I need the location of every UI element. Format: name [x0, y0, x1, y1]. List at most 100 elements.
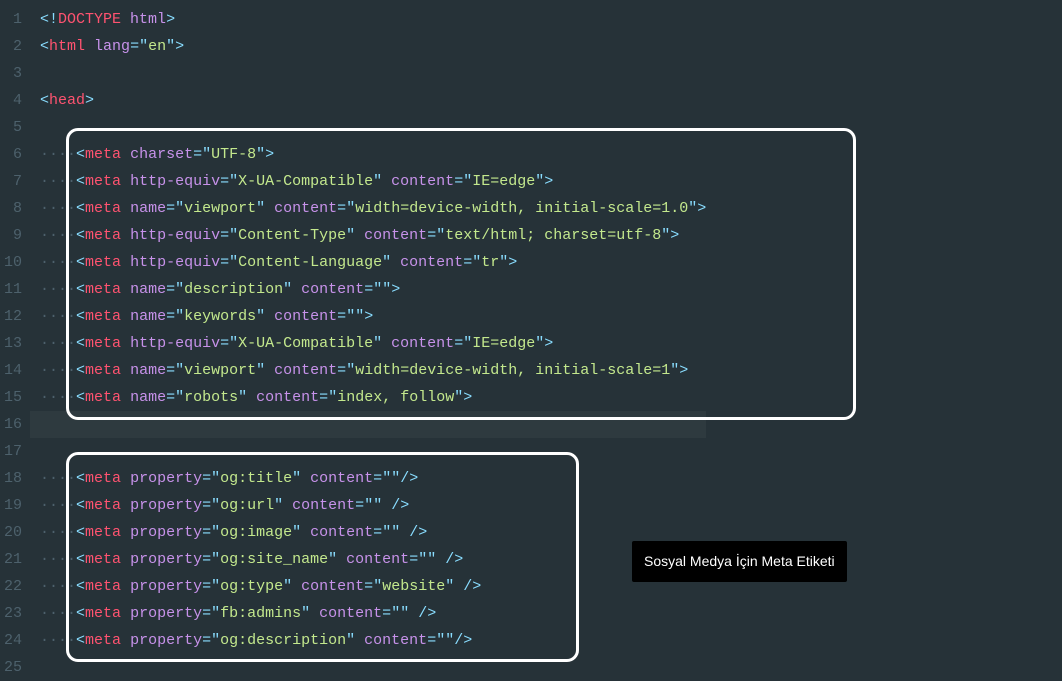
- line-number: 10: [0, 249, 22, 276]
- code-line[interactable]: ····<meta property="og:image" content=""…: [30, 519, 706, 546]
- token-s: og:image: [220, 524, 292, 541]
- token-eq: =: [220, 227, 229, 244]
- token-s: X-UA-Compatible: [238, 173, 373, 190]
- token-p: <: [76, 281, 85, 298]
- token-an: name: [130, 389, 166, 406]
- code-line[interactable]: <html lang="en">: [30, 33, 706, 60]
- token-p: [121, 524, 130, 541]
- code-editor[interactable]: 1234567891011121314151617181920212223242…: [0, 0, 1062, 679]
- token-eq: =: [337, 362, 346, 379]
- token-s: og:url: [220, 497, 274, 514]
- token-t: meta: [85, 173, 121, 190]
- token-w: ··: [58, 524, 76, 541]
- code-line[interactable]: <head>: [30, 87, 706, 114]
- token-t: meta: [85, 308, 121, 325]
- token-p: <: [76, 497, 85, 514]
- token-s: width=device-width, initial-scale=1: [355, 362, 670, 379]
- token-t: meta: [85, 497, 121, 514]
- code-line[interactable]: [30, 438, 706, 465]
- indent-guide: ··: [40, 362, 58, 379]
- line-number: 25: [0, 654, 22, 681]
- token-p: <: [40, 38, 49, 55]
- token-s: og:description: [220, 632, 346, 649]
- token-p: [121, 308, 130, 325]
- code-line[interactable]: ····<meta name="description" content="">: [30, 276, 706, 303]
- token-p: ">: [166, 38, 184, 55]
- code-line[interactable]: ····<meta http-equiv="X-UA-Compatible" c…: [30, 330, 706, 357]
- token-eq: =: [166, 389, 175, 406]
- token-p: ": [373, 335, 391, 352]
- line-number: 7: [0, 168, 22, 195]
- token-eq: =: [193, 146, 202, 163]
- code-line[interactable]: ····<meta property="og:type" content="we…: [30, 573, 706, 600]
- token-w: ··: [58, 308, 76, 325]
- indent-guide: ··: [40, 173, 58, 190]
- token-p: <: [76, 146, 85, 163]
- code-line[interactable]: ····<meta name="robots" content="index, …: [30, 384, 706, 411]
- token-p: " />: [391, 524, 427, 541]
- token-p: <: [76, 308, 85, 325]
- token-t: meta: [85, 578, 121, 595]
- token-p: <: [76, 524, 85, 541]
- line-number: 15: [0, 384, 22, 411]
- tooltip-social-meta: Sosyal Medya İçin Meta Etiketi: [632, 541, 847, 582]
- code-line[interactable]: ····<meta property="og:url" content="" /…: [30, 492, 706, 519]
- line-number: 11: [0, 276, 22, 303]
- token-s: index, follow: [337, 389, 454, 406]
- token-p: ": [346, 362, 355, 379]
- code-line[interactable]: ····<meta property="fb:admins" content="…: [30, 600, 706, 627]
- token-w: ··: [58, 281, 76, 298]
- token-p: ": [229, 173, 238, 190]
- code-line[interactable]: ····<meta property="og:description" cont…: [30, 627, 706, 654]
- code-line[interactable]: ····<meta http-equiv="Content-Type" cont…: [30, 222, 706, 249]
- token-p: ">: [499, 254, 517, 271]
- token-eq: =: [220, 173, 229, 190]
- token-p: ": [211, 578, 220, 595]
- code-line[interactable]: ····<meta http-equiv="X-UA-Compatible" c…: [30, 168, 706, 195]
- code-line[interactable]: [30, 60, 706, 87]
- line-number: 24: [0, 627, 22, 654]
- line-number: 1: [0, 6, 22, 33]
- token-an: property: [130, 578, 202, 595]
- code-line[interactable]: [30, 411, 706, 438]
- token-p: ": [463, 335, 472, 352]
- token-p: ": [211, 551, 220, 568]
- token-p: ">: [535, 173, 553, 190]
- code-line[interactable]: [30, 114, 706, 141]
- token-eq: =: [202, 632, 211, 649]
- token-an: content: [391, 173, 454, 190]
- line-number: 8: [0, 195, 22, 222]
- token-p: <: [40, 92, 49, 109]
- token-s: website: [382, 578, 445, 595]
- token-p: <: [76, 632, 85, 649]
- code-line[interactable]: [30, 654, 706, 681]
- code-line[interactable]: <!DOCTYPE html>: [30, 6, 706, 33]
- line-number: 9: [0, 222, 22, 249]
- token-w: ··: [58, 200, 76, 217]
- code-line[interactable]: ····<meta http-equiv="Content-Language" …: [30, 249, 706, 276]
- token-p: [121, 200, 130, 217]
- token-p: ": [436, 632, 445, 649]
- token-an: content: [319, 605, 382, 622]
- code-line[interactable]: ····<meta name="viewport" content="width…: [30, 357, 706, 384]
- indent-guide: ··: [40, 146, 58, 163]
- indent-guide: ··: [40, 227, 58, 244]
- code-line[interactable]: ····<meta property="og:site_name" conten…: [30, 546, 706, 573]
- code-line[interactable]: ····<meta name="keywords" content="">: [30, 303, 706, 330]
- token-eq: =: [373, 470, 382, 487]
- line-number: 19: [0, 492, 22, 519]
- code-line[interactable]: ····<meta charset="UTF-8">: [30, 141, 706, 168]
- line-number: 16: [0, 411, 22, 438]
- token-p: ": [211, 524, 220, 541]
- token-p: ": [211, 497, 220, 514]
- line-number: 3: [0, 60, 22, 87]
- token-w: ··: [58, 497, 76, 514]
- indent-guide: ··: [40, 254, 58, 271]
- code-line[interactable]: ····<meta name="viewport" content="width…: [30, 195, 706, 222]
- line-number: 23: [0, 600, 22, 627]
- code-area[interactable]: <!DOCTYPE html><html lang="en"><head>···…: [30, 0, 706, 679]
- code-line[interactable]: ····<meta property="og:title" content=""…: [30, 465, 706, 492]
- indent-guide: ··: [40, 551, 58, 568]
- indent-guide: ··: [40, 308, 58, 325]
- token-p: >: [85, 92, 94, 109]
